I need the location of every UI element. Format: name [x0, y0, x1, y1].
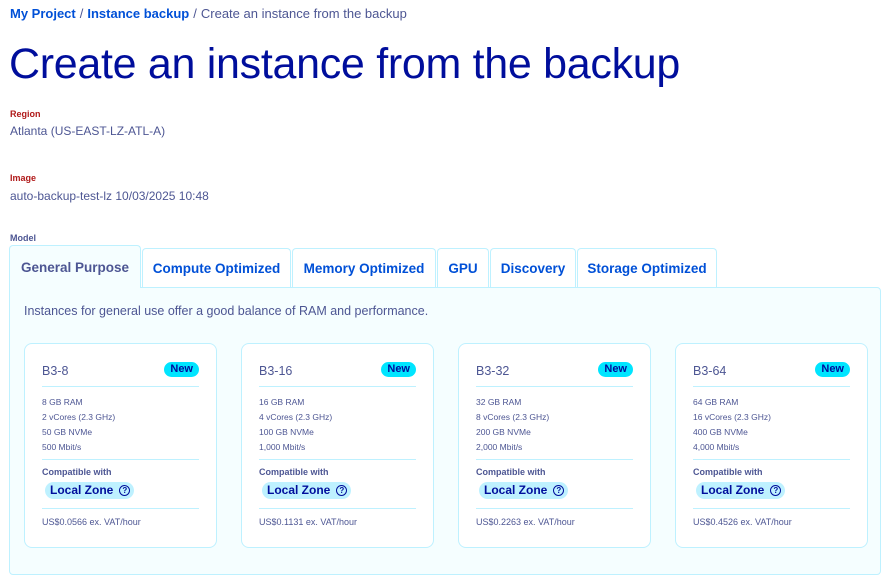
divider: [476, 386, 633, 387]
new-badge: New: [381, 362, 416, 377]
model-tabs: General Purpose Compute Optimized Memory…: [9, 245, 718, 288]
tab-compute-optimized[interactable]: Compute Optimized: [142, 248, 291, 288]
instance-price: US$0.0566 ex. VAT/hour: [42, 517, 141, 527]
breadcrumb: My Project / Instance backup / Create an ins…: [10, 6, 407, 22]
instance-price: US$0.4526 ex. VAT/hour: [693, 517, 792, 527]
model-label: Model: [10, 233, 36, 243]
model-panel: Instances for general use offer a good b…: [9, 287, 881, 575]
tab-gpu[interactable]: GPU: [437, 248, 489, 288]
breadcrumb-link-my-project[interactable]: My Project: [10, 6, 76, 21]
spec-vcores: 2 vCores (2.3 GHz): [42, 412, 116, 422]
compatible-label: Compatible with: [476, 467, 546, 477]
region-label: Region: [10, 109, 41, 119]
local-zone-pill: Local Zone?: [262, 482, 352, 499]
zone-label: Local Zone: [484, 483, 548, 497]
instance-name: B3-8: [42, 364, 69, 378]
new-badge: New: [815, 362, 850, 377]
spec-storage: 50 GB NVMe: [42, 427, 93, 437]
question-circle-icon[interactable]: ?: [119, 485, 131, 496]
image-value: auto-backup-test-lz 10/03/2025 10:48: [10, 189, 209, 203]
zone-label: Local Zone: [701, 483, 765, 497]
question-circle-icon[interactable]: ?: [770, 485, 782, 496]
breadcrumb-current: Create an instance from the backup: [200, 6, 407, 21]
spec-vcores: 8 vCores (2.3 GHz): [476, 412, 550, 422]
divider: [476, 508, 633, 509]
instance-name: B3-16: [259, 364, 293, 378]
tab-discovery[interactable]: Discovery: [490, 248, 576, 288]
instance-name: B3-32: [476, 364, 510, 378]
instance-card-b3-16[interactable]: B3-16 New 16 GB RAM 4 vCores (2.3 GHz) 1…: [241, 343, 434, 548]
tab-storage-optimized[interactable]: Storage Optimized: [577, 248, 717, 288]
divider: [259, 508, 416, 509]
divider: [693, 459, 850, 460]
divider: [693, 386, 850, 387]
spec-bandwidth: 500 Mbit/s: [42, 442, 82, 452]
spec-storage: 200 GB NVMe: [476, 427, 531, 437]
divider: [42, 459, 199, 460]
compatible-label: Compatible with: [693, 467, 763, 477]
spec-ram: 16 GB RAM: [259, 397, 305, 407]
divider: [259, 459, 416, 460]
local-zone-pill: Local Zone?: [45, 482, 135, 499]
divider: [42, 508, 199, 509]
spec-bandwidth: 1,000 Mbit/s: [259, 442, 306, 452]
compatible-label: Compatible with: [259, 467, 329, 477]
divider: [693, 508, 850, 509]
divider: [42, 386, 199, 387]
instance-specs: 32 GB RAM 8 vCores (2.3 GHz) 200 GB NVMe…: [476, 395, 549, 455]
divider: [476, 459, 633, 460]
zone-label: Local Zone: [50, 483, 114, 497]
breadcrumb-separator: /: [193, 6, 197, 21]
instance-price: US$0.1131 ex. VAT/hour: [259, 517, 358, 527]
tab-memory-optimized[interactable]: Memory Optimized: [292, 248, 436, 288]
divider: [259, 386, 416, 387]
breadcrumb-separator: /: [79, 6, 84, 21]
panel-description: Instances for general use offer a good b…: [24, 304, 429, 318]
new-badge: New: [598, 362, 633, 377]
question-circle-icon[interactable]: ?: [553, 485, 565, 496]
spec-ram: 32 GB RAM: [476, 397, 522, 407]
new-badge: New: [164, 362, 199, 377]
region-value: Atlanta (US-EAST-LZ-ATL-A): [10, 124, 166, 138]
instance-name: B3-64: [693, 364, 727, 378]
tab-general-purpose[interactable]: General Purpose: [9, 245, 141, 288]
compatible-label: Compatible with: [42, 467, 112, 477]
spec-storage: 100 GB NVMe: [259, 427, 314, 437]
spec-storage: 400 GB NVMe: [693, 427, 748, 437]
question-circle-icon[interactable]: ?: [336, 485, 348, 496]
instance-specs: 8 GB RAM 2 vCores (2.3 GHz) 50 GB NVMe 5…: [42, 395, 115, 455]
spec-bandwidth: 4,000 Mbit/s: [693, 442, 740, 452]
zone-label: Local Zone: [267, 483, 331, 497]
local-zone-pill: Local Zone?: [479, 482, 569, 499]
instance-card-b3-64[interactable]: B3-64 New 64 GB RAM 16 vCores (2.3 GHz) …: [675, 343, 868, 548]
page-title: Create an instance from the backup: [9, 40, 681, 88]
local-zone-pill: Local Zone?: [696, 482, 786, 499]
breadcrumb-link-instance-backup[interactable]: Instance backup: [87, 6, 189, 21]
instance-card-b3-8[interactable]: B3-8 New 8 GB RAM 2 vCores (2.3 GHz) 50 …: [24, 343, 217, 548]
instance-card-b3-32[interactable]: B3-32 New 32 GB RAM 8 vCores (2.3 GHz) 2…: [458, 343, 651, 548]
spec-bandwidth: 2,000 Mbit/s: [476, 442, 523, 452]
image-label: Image: [10, 173, 37, 183]
spec-ram: 8 GB RAM: [42, 397, 83, 407]
instance-price: US$0.2263 ex. VAT/hour: [476, 517, 575, 527]
instance-specs: 16 GB RAM 4 vCores (2.3 GHz) 100 GB NVMe…: [259, 395, 332, 455]
instance-specs: 64 GB RAM 16 vCores (2.3 GHz) 400 GB NVM…: [693, 395, 771, 455]
spec-vcores: 4 vCores (2.3 GHz): [259, 412, 333, 422]
spec-ram: 64 GB RAM: [693, 397, 739, 407]
spec-vcores: 16 vCores (2.3 GHz): [693, 412, 771, 422]
